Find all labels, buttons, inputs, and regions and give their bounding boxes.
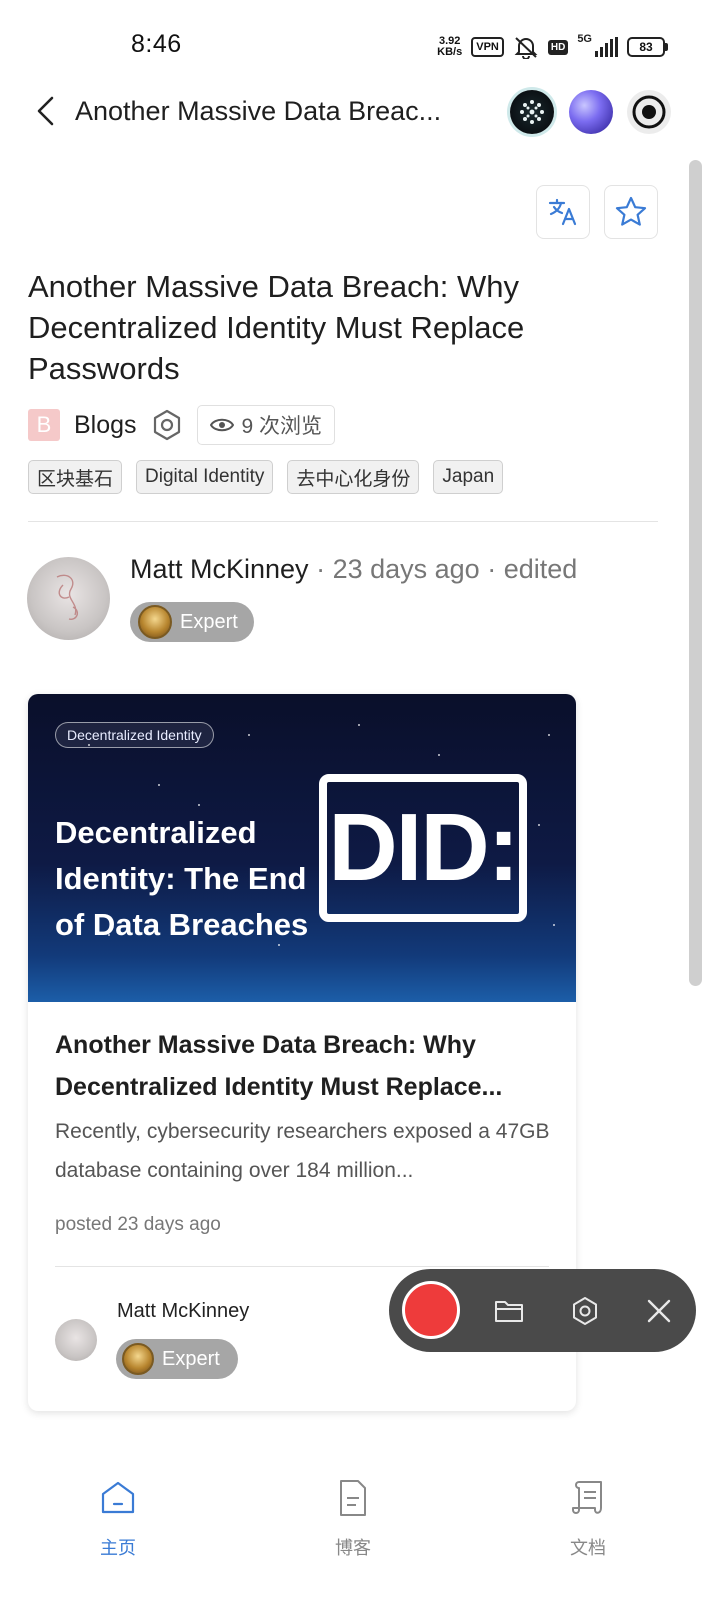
image-heading: Decentralized Identity: The End of Data … — [55, 815, 309, 942]
nav-item-home[interactable]: 主页 — [58, 1478, 178, 1560]
folder-icon[interactable] — [493, 1295, 525, 1327]
bottom-navigation: 主页 博客 文档 — [0, 1470, 720, 1600]
image-category-chip: Decentralized Identity — [55, 722, 214, 748]
document-icon — [340, 1480, 366, 1516]
signal-icon — [595, 37, 618, 57]
vpn-icon: VPN — [471, 37, 504, 57]
expert-badge: Expert — [130, 602, 254, 642]
app-icon-dots[interactable] — [510, 90, 554, 134]
translate-button[interactable] — [536, 185, 590, 239]
favorite-button[interactable] — [604, 185, 658, 239]
scrollbar[interactable] — [689, 160, 702, 986]
back-arrow-icon[interactable] — [30, 94, 64, 128]
card-author-avatar[interactable] — [55, 1319, 97, 1361]
settings-icon[interactable] — [569, 1295, 601, 1327]
expert-badge: Expert — [116, 1339, 238, 1379]
avatar-sketch — [56, 574, 79, 620]
target-icon — [632, 95, 666, 129]
record-target-button[interactable] — [627, 90, 671, 134]
star-icon — [615, 196, 647, 226]
edited-label[interactable]: edited — [504, 554, 578, 584]
medal-icon — [138, 605, 172, 639]
card-excerpt: Recently, cybersecurity researchers expo… — [55, 1120, 550, 1182]
tag[interactable]: Digital Identity — [136, 460, 274, 494]
author-name[interactable]: Matt McKinney — [130, 554, 309, 584]
home-icon — [101, 1481, 135, 1514]
close-icon[interactable] — [643, 1295, 675, 1327]
card-author-name[interactable]: Matt McKinney — [117, 1300, 249, 1323]
blog-name-link[interactable]: Blogs — [74, 411, 137, 440]
tag[interactable]: 去中心化身份 — [287, 460, 420, 494]
hd-icon: HD — [547, 39, 569, 55]
tag-list: 区块基石 Digital Identity 去中心化身份 Japan — [28, 460, 504, 494]
author-line: Matt McKinney · 23 days ago · edited — [130, 554, 578, 584]
card-title[interactable]: Another Massive Data Breach: Why Decentr… — [55, 1024, 545, 1108]
eye-icon — [209, 418, 234, 432]
status-bar: 8:46 3.92 KB/s VPN HD 5G 83 — [0, 0, 720, 90]
divider — [28, 521, 658, 522]
view-count-text: 9 次浏览 — [241, 415, 323, 438]
bell-muted-icon — [514, 37, 538, 59]
top-app-bar: Another Massive Data Breac... — [0, 82, 720, 142]
nav-item-docs[interactable]: 文档 — [528, 1478, 648, 1560]
network-speed: 3.92 KB/s — [437, 35, 463, 58]
dots-grid-icon — [520, 100, 544, 124]
tag[interactable]: Japan — [433, 460, 504, 494]
hexagon-settings-icon[interactable] — [151, 409, 183, 441]
nav-item-blog[interactable]: 博客 — [293, 1478, 413, 1560]
divider — [55, 1266, 549, 1267]
author-avatar[interactable] — [27, 557, 110, 640]
network-type: 5G — [577, 33, 592, 45]
battery-icon: 83 — [627, 37, 668, 57]
view-count: 9 次浏览 — [196, 405, 336, 445]
page-title: Another Massive Data Breac... — [75, 96, 442, 126]
user-avatar[interactable] — [569, 90, 613, 134]
blog-avatar[interactable]: B — [28, 409, 60, 441]
status-time: 8:46 — [131, 30, 182, 58]
post-time: 23 days ago — [332, 554, 480, 584]
translate-icon — [548, 198, 577, 226]
post-title: Another Massive Data Breach: Why Decentr… — [28, 269, 525, 386]
status-icons: 3.92 KB/s VPN HD 5G 83 — [437, 33, 668, 61]
tag[interactable]: 区块基石 — [28, 460, 123, 494]
record-button[interactable] — [402, 1281, 460, 1339]
card-cover-image: Decentralized Identity Decentralized Ide… — [28, 694, 576, 1002]
screen-recorder-toolbar — [389, 1269, 696, 1352]
scroll-icon — [572, 1481, 602, 1514]
medal-icon — [122, 1343, 154, 1375]
card-posted-time: posted 23 days ago — [55, 1214, 221, 1235]
post-meta: B Blogs 9 次浏览 — [28, 405, 336, 445]
did-logo: DID: — [319, 774, 527, 922]
